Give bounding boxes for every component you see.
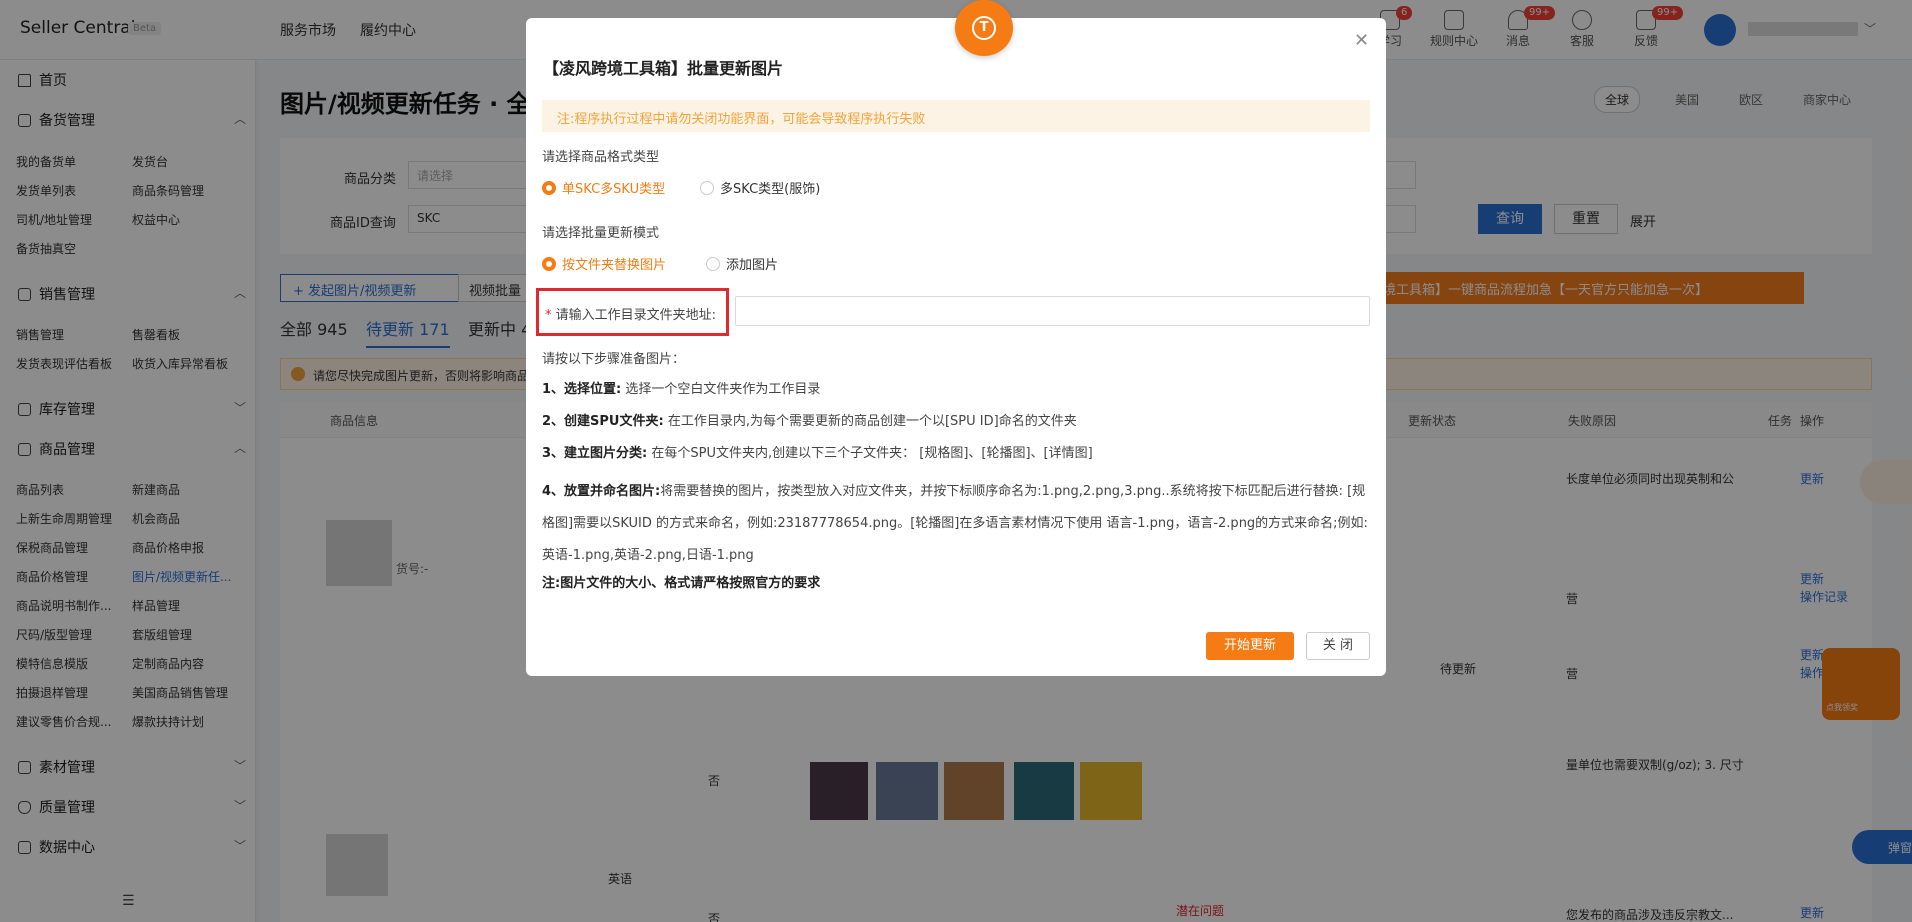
step-text: 在每个SPU文件夹内,创建以下三个子文件夹： [规格图]、[轮播图]、[详情图] [647, 446, 1093, 461]
radio-checked-icon [542, 257, 556, 271]
step-head: 3、建立图片分类: [542, 446, 648, 461]
work-dir-label: * 请输入工作目录文件夹地址: [536, 288, 729, 336]
close-icon[interactable]: ✕ [1354, 30, 1369, 51]
radio-mode-add-images[interactable]: 添加图片 [706, 254, 778, 273]
required-mark: * [545, 308, 552, 323]
work-dir-input[interactable] [735, 296, 1370, 326]
radio-label: 单SKC多SKU类型 [562, 182, 666, 197]
step-2: 2、创建SPU文件夹: 在工作目录内,为每个需要更新的商品创建一个以[SPU I… [542, 412, 1372, 432]
step-3: 3、建立图片分类: 在每个SPU文件夹内,创建以下三个子文件夹： [规格图]、[… [542, 444, 1372, 464]
step-text: 在工作目录内,为每个需要更新的商品创建一个以[SPU ID]命名的文件夹 [663, 414, 1077, 429]
step-4: 4、放置并命名图片:将需要替换的图片，按类型放入对应文件夹，并按下标顺序命名为:… [542, 476, 1372, 572]
radio-mode-replace-folder[interactable]: 按文件夹替换图片 [542, 254, 666, 273]
step-text: 将需要替换的图片，按类型放入对应文件夹，并按下标顺序命名为:1.png,2.pn… [542, 484, 1368, 563]
format-type-label: 请选择商品格式类型 [542, 150, 660, 165]
radio-label: 多SKC类型(服饰) [720, 182, 821, 197]
radio-unchecked-icon [706, 257, 720, 271]
modal-notice: 注:程序执行过程中请勿关闭功能界面，可能会导致程序执行失败 [542, 100, 1370, 132]
work-dir-label-text: 请输入工作目录文件夹地址: [555, 308, 717, 323]
radio-format-single-skc[interactable]: 单SKC多SKU类型 [542, 178, 665, 197]
radio-checked-icon [542, 181, 556, 195]
update-mode-label: 请选择批量更新模式 [542, 226, 660, 241]
step-head: 1、选择位置: [542, 382, 622, 397]
radio-label: 添加图片 [726, 258, 779, 273]
step-head: 2、创建SPU文件夹: [542, 414, 664, 429]
step-1: 1、选择位置: 选择一个空白文件夹作为工作目录 [542, 380, 1372, 400]
close-button[interactable]: 关 闭 [1306, 632, 1370, 660]
step-head: 4、放置并命名图片: [542, 484, 661, 499]
steps-intro: 请按以下步骤准备图片： [542, 352, 686, 367]
tool-logo-icon: T [972, 16, 996, 40]
start-update-button[interactable]: 开始更新 [1206, 632, 1294, 660]
step-text: 选择一个空白文件夹作为工作目录 [621, 382, 821, 397]
radio-format-multi-skc[interactable]: 多SKC类型(服饰) [700, 178, 820, 197]
toolbox-logo: T [955, 0, 1013, 56]
modal-title: 【凌风跨境工具箱】批量更新图片 [543, 59, 784, 78]
radio-label: 按文件夹替换图片 [562, 258, 667, 273]
size-format-note: 注:图片文件的大小、格式请严格按照官方的要求 [542, 576, 821, 591]
radio-unchecked-icon [700, 181, 714, 195]
